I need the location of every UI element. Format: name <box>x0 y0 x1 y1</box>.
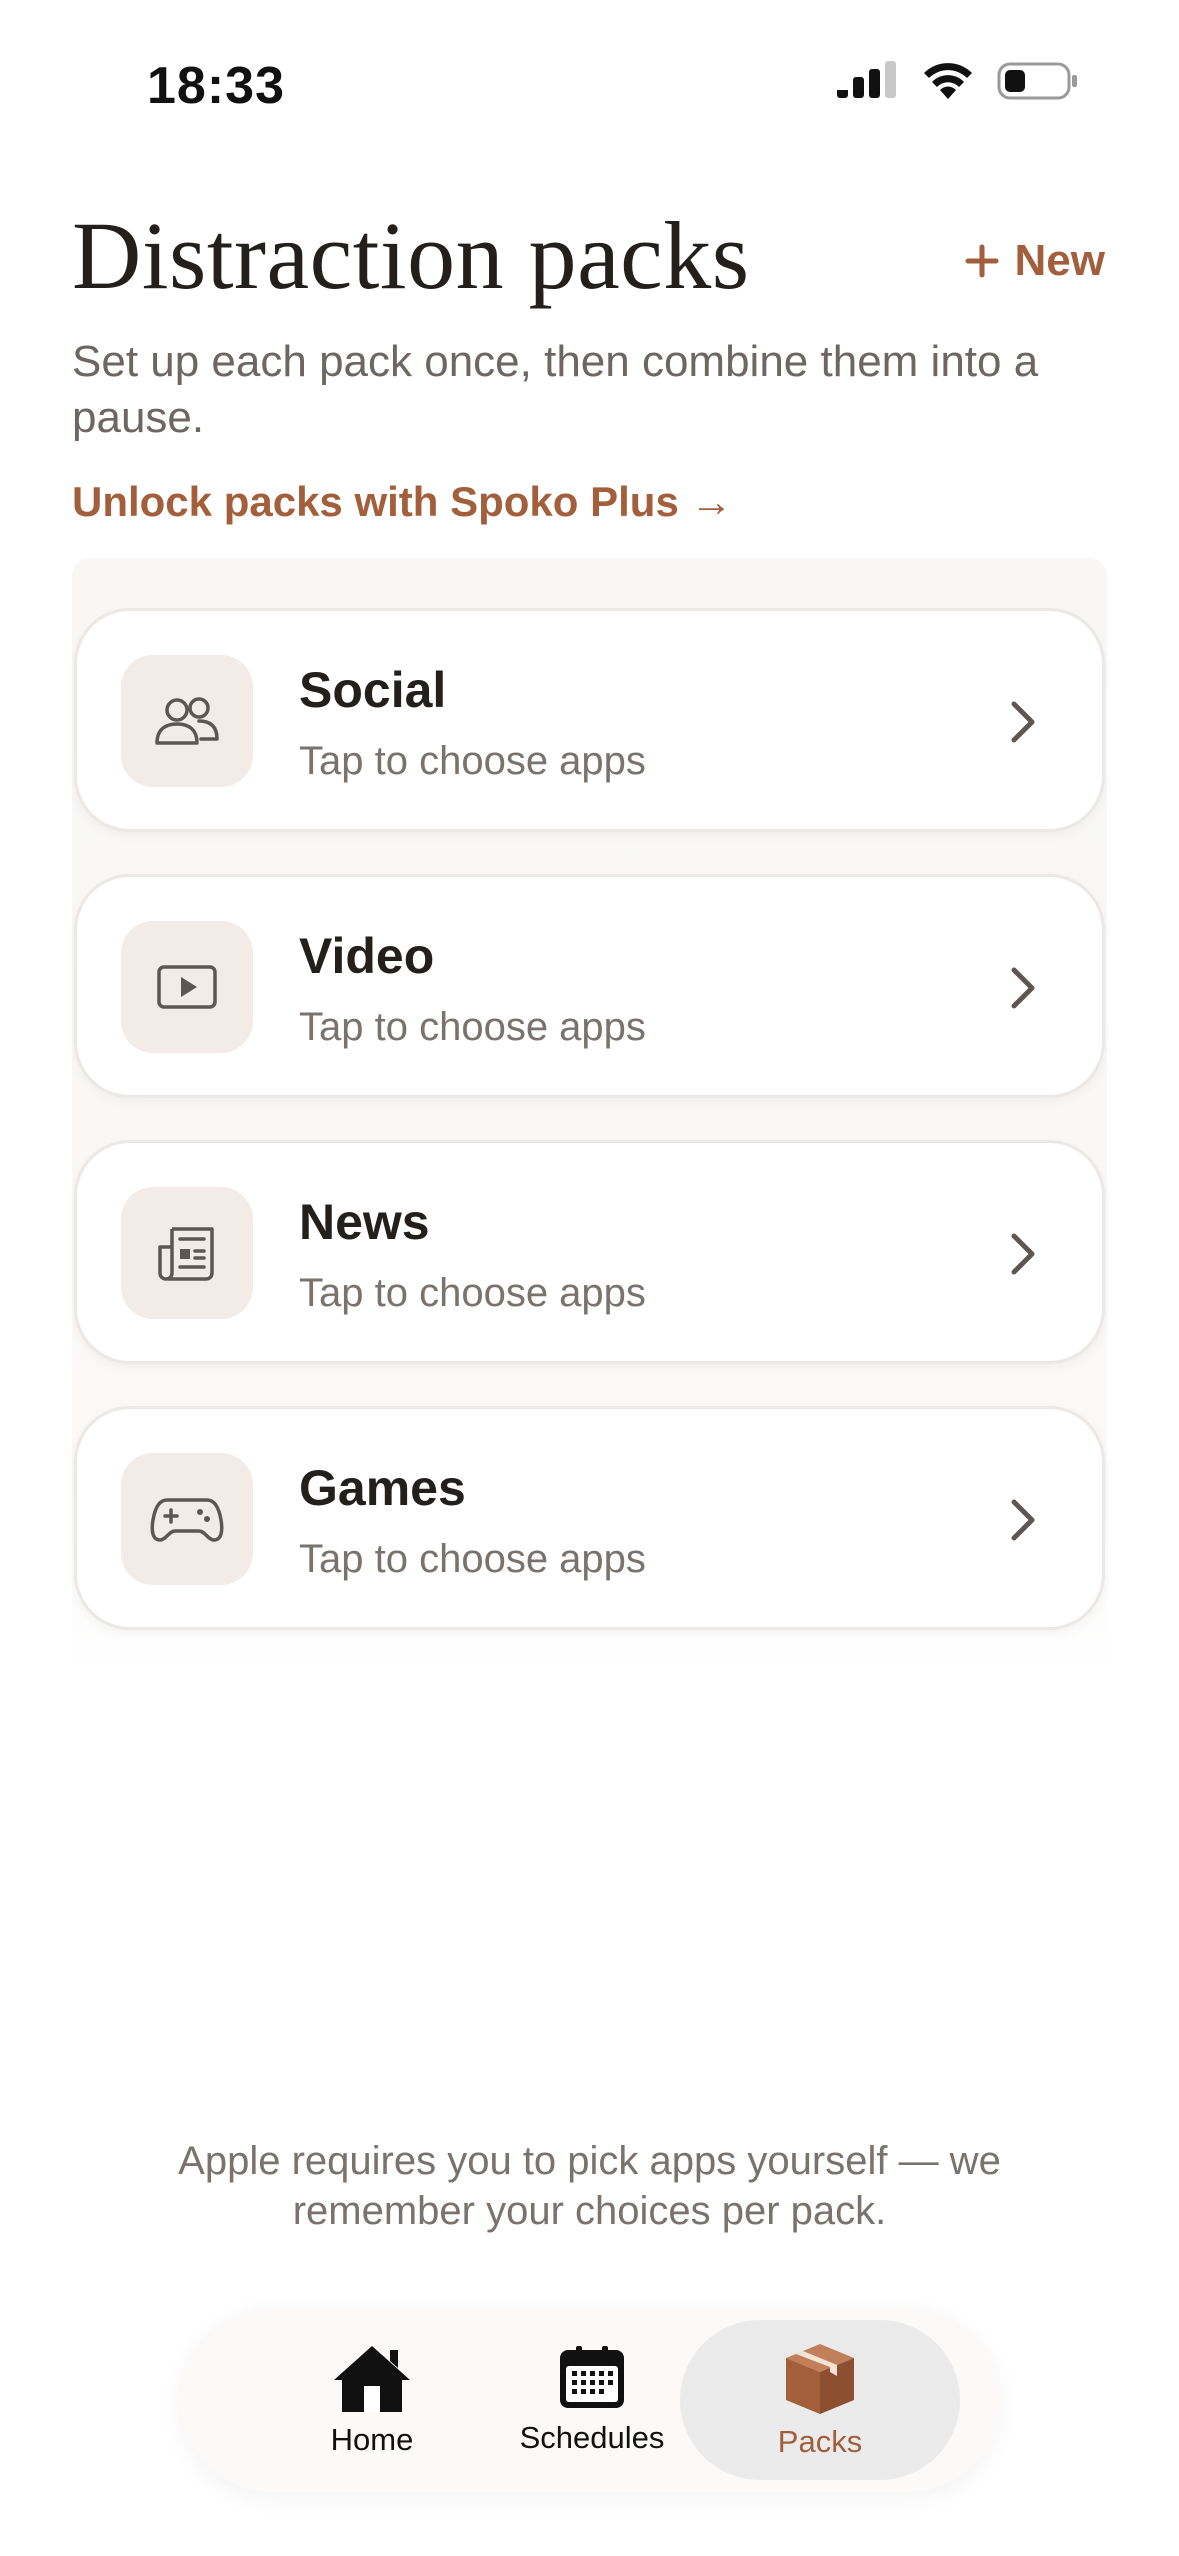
packs-screen: 18:33 Distraction packs New Set up each … <box>0 0 1179 2556</box>
tab-label: Schedules <box>519 2420 665 2455</box>
pack-name: Social <box>299 662 447 718</box>
tab-packs[interactable]: Packs <box>680 2320 960 2480</box>
unlock-plus-link[interactable]: Unlock packs with Spoko Plus → <box>72 478 732 526</box>
house-icon <box>334 2346 410 2412</box>
newspaper-icon <box>158 1227 214 1281</box>
tab-label: Packs <box>777 2424 863 2459</box>
pack-subtitle: Tap to choose apps <box>299 1537 646 1581</box>
pack-subtitle: Tap to choose apps <box>299 1005 646 1049</box>
pack-icon-tile <box>121 921 253 1053</box>
calendar-icon <box>560 2346 624 2408</box>
new-button-label: New <box>1014 236 1105 285</box>
pack-subtitle: Tap to choose apps <box>299 1271 646 1315</box>
status-icons <box>837 60 1079 102</box>
new-pack-button[interactable]: New <box>965 236 1105 286</box>
pack-subtitle: Tap to choose apps <box>299 739 646 783</box>
footer-note: Apple requires you to pick apps yourself… <box>178 2139 1001 2233</box>
gamepad-icon <box>150 1498 224 1542</box>
play-icon <box>157 965 217 1009</box>
box-icon <box>786 2344 854 2414</box>
pack-icon-tile <box>121 655 253 787</box>
pack-card-video[interactable]: Video Tap to choose apps <box>74 874 1105 1098</box>
chevron-right-icon <box>1011 1233 1035 1275</box>
battery-icon <box>997 62 1077 100</box>
pack-icon-tile <box>121 1453 253 1585</box>
pack-name: News <box>299 1194 430 1250</box>
tab-label: Home <box>330 2422 414 2457</box>
page-title: Distraction packs <box>72 202 750 309</box>
pack-name: Games <box>299 1460 466 1516</box>
page-subtitle: Set up each pack once, then combine them… <box>72 337 1039 442</box>
wifi-icon <box>924 63 972 99</box>
cellular-signal-icon <box>837 61 896 98</box>
pack-card-news[interactable]: News Tap to choose apps <box>74 1140 1105 1364</box>
chevron-right-icon <box>1011 1499 1035 1541</box>
tab-bar: Home Schedules Packs <box>180 2308 1000 2492</box>
plus-icon <box>965 244 999 278</box>
pack-icon-tile <box>121 1187 253 1319</box>
pack-card-games[interactable]: Games Tap to choose apps <box>74 1406 1105 1630</box>
chevron-right-icon <box>1011 967 1035 1009</box>
pack-card-social[interactable]: Social Tap to choose apps <box>74 608 1105 832</box>
pack-name: Video <box>299 928 435 984</box>
status-time: 18:33 <box>147 57 285 115</box>
people-icon <box>155 697 219 745</box>
chevron-right-icon <box>1011 701 1035 743</box>
